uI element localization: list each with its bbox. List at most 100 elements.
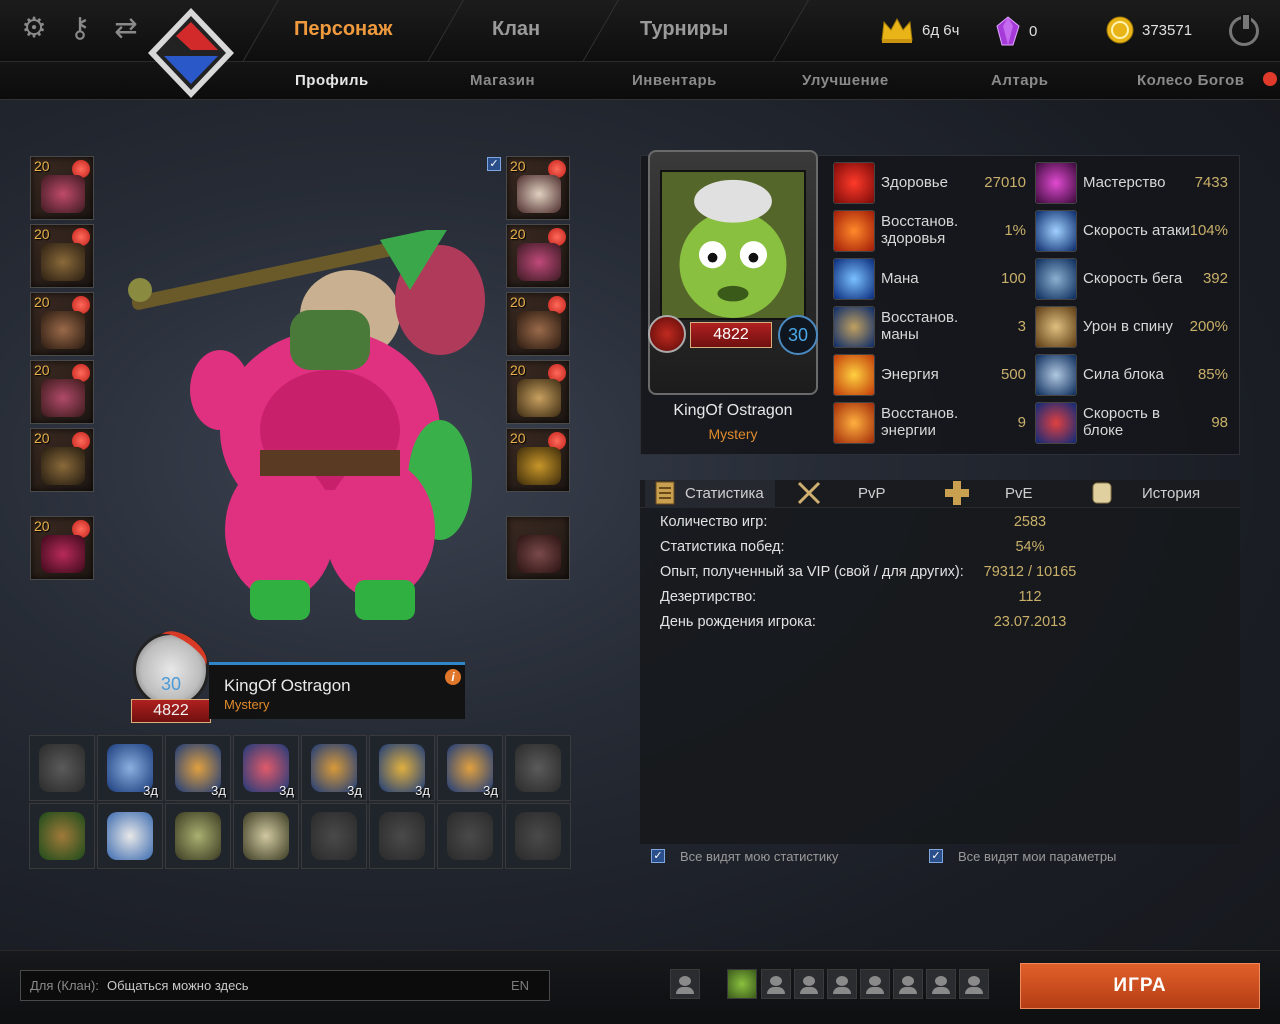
stat-name: Здоровье	[881, 173, 948, 191]
helmet-item-icon	[41, 175, 85, 213]
subtab-shop[interactable]: Магазин	[470, 72, 535, 89]
stat-backstab: Урон в спину 200%	[1035, 304, 1228, 348]
stat-block-speed: Скорость в блоке 98	[1035, 400, 1228, 444]
talent-slot[interactable]: 3д	[165, 735, 231, 801]
talent-slot[interactable]	[165, 803, 231, 869]
tab-history[interactable]: История	[1142, 485, 1200, 502]
shoulders-item-icon	[517, 311, 561, 349]
equip-slot-left-3[interactable]: 20	[30, 292, 94, 356]
power-icon[interactable]	[1229, 13, 1259, 46]
gold-indicator[interactable]: 373571	[1106, 16, 1192, 44]
show-statistics-checkbox[interactable]: ✓	[651, 849, 665, 863]
character-clan: Mystery	[224, 697, 270, 712]
info-icon[interactable]: i	[445, 669, 461, 685]
chat-language[interactable]: EN	[511, 971, 529, 1000]
show-parameters-checkbox[interactable]: ✓	[929, 849, 943, 863]
table-row: День рождения игрока: 23.07.2013	[660, 614, 1220, 634]
mana-icon	[833, 258, 875, 300]
party-slot[interactable]	[926, 969, 956, 999]
slot-level: 20	[34, 518, 50, 534]
talent-slot[interactable]	[437, 803, 503, 869]
person-icon	[899, 976, 917, 994]
stat-value: 9	[1017, 413, 1026, 431]
key-icon[interactable]: ⚷	[64, 12, 96, 44]
equip-slot-left-1[interactable]: 20	[30, 156, 94, 220]
talent-slot[interactable]	[369, 803, 435, 869]
talent-slot[interactable]: 3д	[437, 735, 503, 801]
talent-slot[interactable]	[301, 803, 367, 869]
equip-slot-right-1[interactable]: 20	[506, 156, 570, 220]
stat-block-power: Сила блока 85%	[1035, 352, 1228, 396]
stat-mana-regen: Восстанов. маны 3	[833, 304, 1026, 348]
mascot-icon	[107, 812, 153, 860]
premium-time: 6д 6ч	[922, 21, 960, 39]
stat-name: Урон в спину	[1083, 317, 1173, 335]
gear-icon[interactable]: ⚙	[18, 12, 50, 44]
party-slot[interactable]	[959, 969, 989, 999]
stat-value: 85%	[1197, 365, 1228, 383]
chat-channel[interactable]: Для (Клан):	[30, 971, 99, 1000]
swap-icon[interactable]: ⇄	[110, 12, 142, 44]
talent-duration: 3д	[347, 783, 362, 798]
table-row: Опыт, полученный за VIP (свой / для друг…	[660, 564, 1220, 584]
rank-emblem-icon	[648, 315, 686, 353]
chat-input[interactable]: Для (Клан): Общаться можно здесь EN	[20, 970, 550, 1001]
subtab-inventory[interactable]: Инвентарь	[632, 72, 717, 89]
tab-pve[interactable]: PvE	[1005, 485, 1033, 502]
portrait-clan[interactable]: Mystery	[640, 426, 826, 442]
equip-slot-weapon[interactable]: 20	[30, 516, 94, 580]
premium-indicator[interactable]: 6д 6ч	[880, 16, 959, 44]
party-slot[interactable]	[827, 969, 857, 999]
talent-slot[interactable]	[233, 803, 299, 869]
stat-value: 98	[1211, 413, 1228, 431]
party-slot[interactable]	[794, 969, 824, 999]
boots-item-icon	[41, 447, 85, 485]
stat-health-regen: Восстанов. здоровья 1%	[833, 208, 1026, 252]
tab-clan[interactable]: Клан	[492, 18, 540, 41]
character-namecard: KingOf Ostragon Mystery i	[209, 662, 465, 719]
skull-icon	[39, 744, 85, 792]
talent-duration: 3д	[279, 783, 294, 798]
avatar[interactable]	[660, 170, 806, 320]
goblin-head-icon	[243, 812, 289, 860]
subtab-altar[interactable]: Алтарь	[991, 72, 1048, 89]
stat-run-speed: Скорость бега 392	[1035, 256, 1228, 300]
equip-slot-left-4[interactable]: 20	[30, 360, 94, 424]
person-icon	[932, 976, 950, 994]
talent-slot[interactable]: 3д	[233, 735, 299, 801]
stat-value: 7433	[1194, 173, 1228, 191]
talent-slot[interactable]: 3д	[301, 735, 367, 801]
talent-slot[interactable]: 3д	[97, 735, 163, 801]
tab-pvp[interactable]: PvP	[858, 485, 886, 502]
show-helmet-checkbox[interactable]: ✓	[487, 157, 501, 171]
equip-slot-left-2[interactable]: 20	[30, 224, 94, 288]
stat-value: 392	[1202, 269, 1228, 287]
party-member-avatar[interactable]	[727, 969, 757, 999]
talent-slot[interactable]	[505, 803, 571, 869]
subtab-profile[interactable]: Профиль	[295, 72, 369, 89]
row-label: Опыт, полученный за VIP (свой / для друг…	[660, 564, 964, 580]
subtab-upgrade[interactable]: Улучшение	[802, 72, 889, 89]
subtab-wheel-of-gods[interactable]: Колесо Богов	[1137, 72, 1244, 89]
slot-level: 20	[34, 362, 50, 378]
play-button[interactable]: ИГРА	[1020, 963, 1260, 1009]
invite-friend-button[interactable]	[670, 969, 700, 999]
tab-character[interactable]: Персонаж	[294, 18, 392, 41]
portrait-name: KingOf Ostragon	[673, 402, 793, 419]
hero-model	[128, 230, 485, 620]
tab-tournaments[interactable]: Турниры	[640, 18, 728, 41]
stat-value: 100	[1000, 269, 1026, 287]
crown-icon	[881, 17, 913, 43]
talent-slot[interactable]	[97, 803, 163, 869]
party-slot[interactable]	[860, 969, 890, 999]
talent-slot[interactable]: 3д	[369, 735, 435, 801]
stat-name: Скорость атаки	[1083, 221, 1190, 239]
party-slot[interactable]	[893, 969, 923, 999]
talent-slot[interactable]	[29, 803, 95, 869]
tab-statistics[interactable]: Статистика	[685, 485, 764, 502]
talent-slot[interactable]	[29, 735, 95, 801]
talent-slot[interactable]	[505, 735, 571, 801]
equip-slot-left-5[interactable]: 20	[30, 428, 94, 492]
party-slot[interactable]	[761, 969, 791, 999]
crystals-indicator[interactable]: 0	[995, 16, 1037, 46]
